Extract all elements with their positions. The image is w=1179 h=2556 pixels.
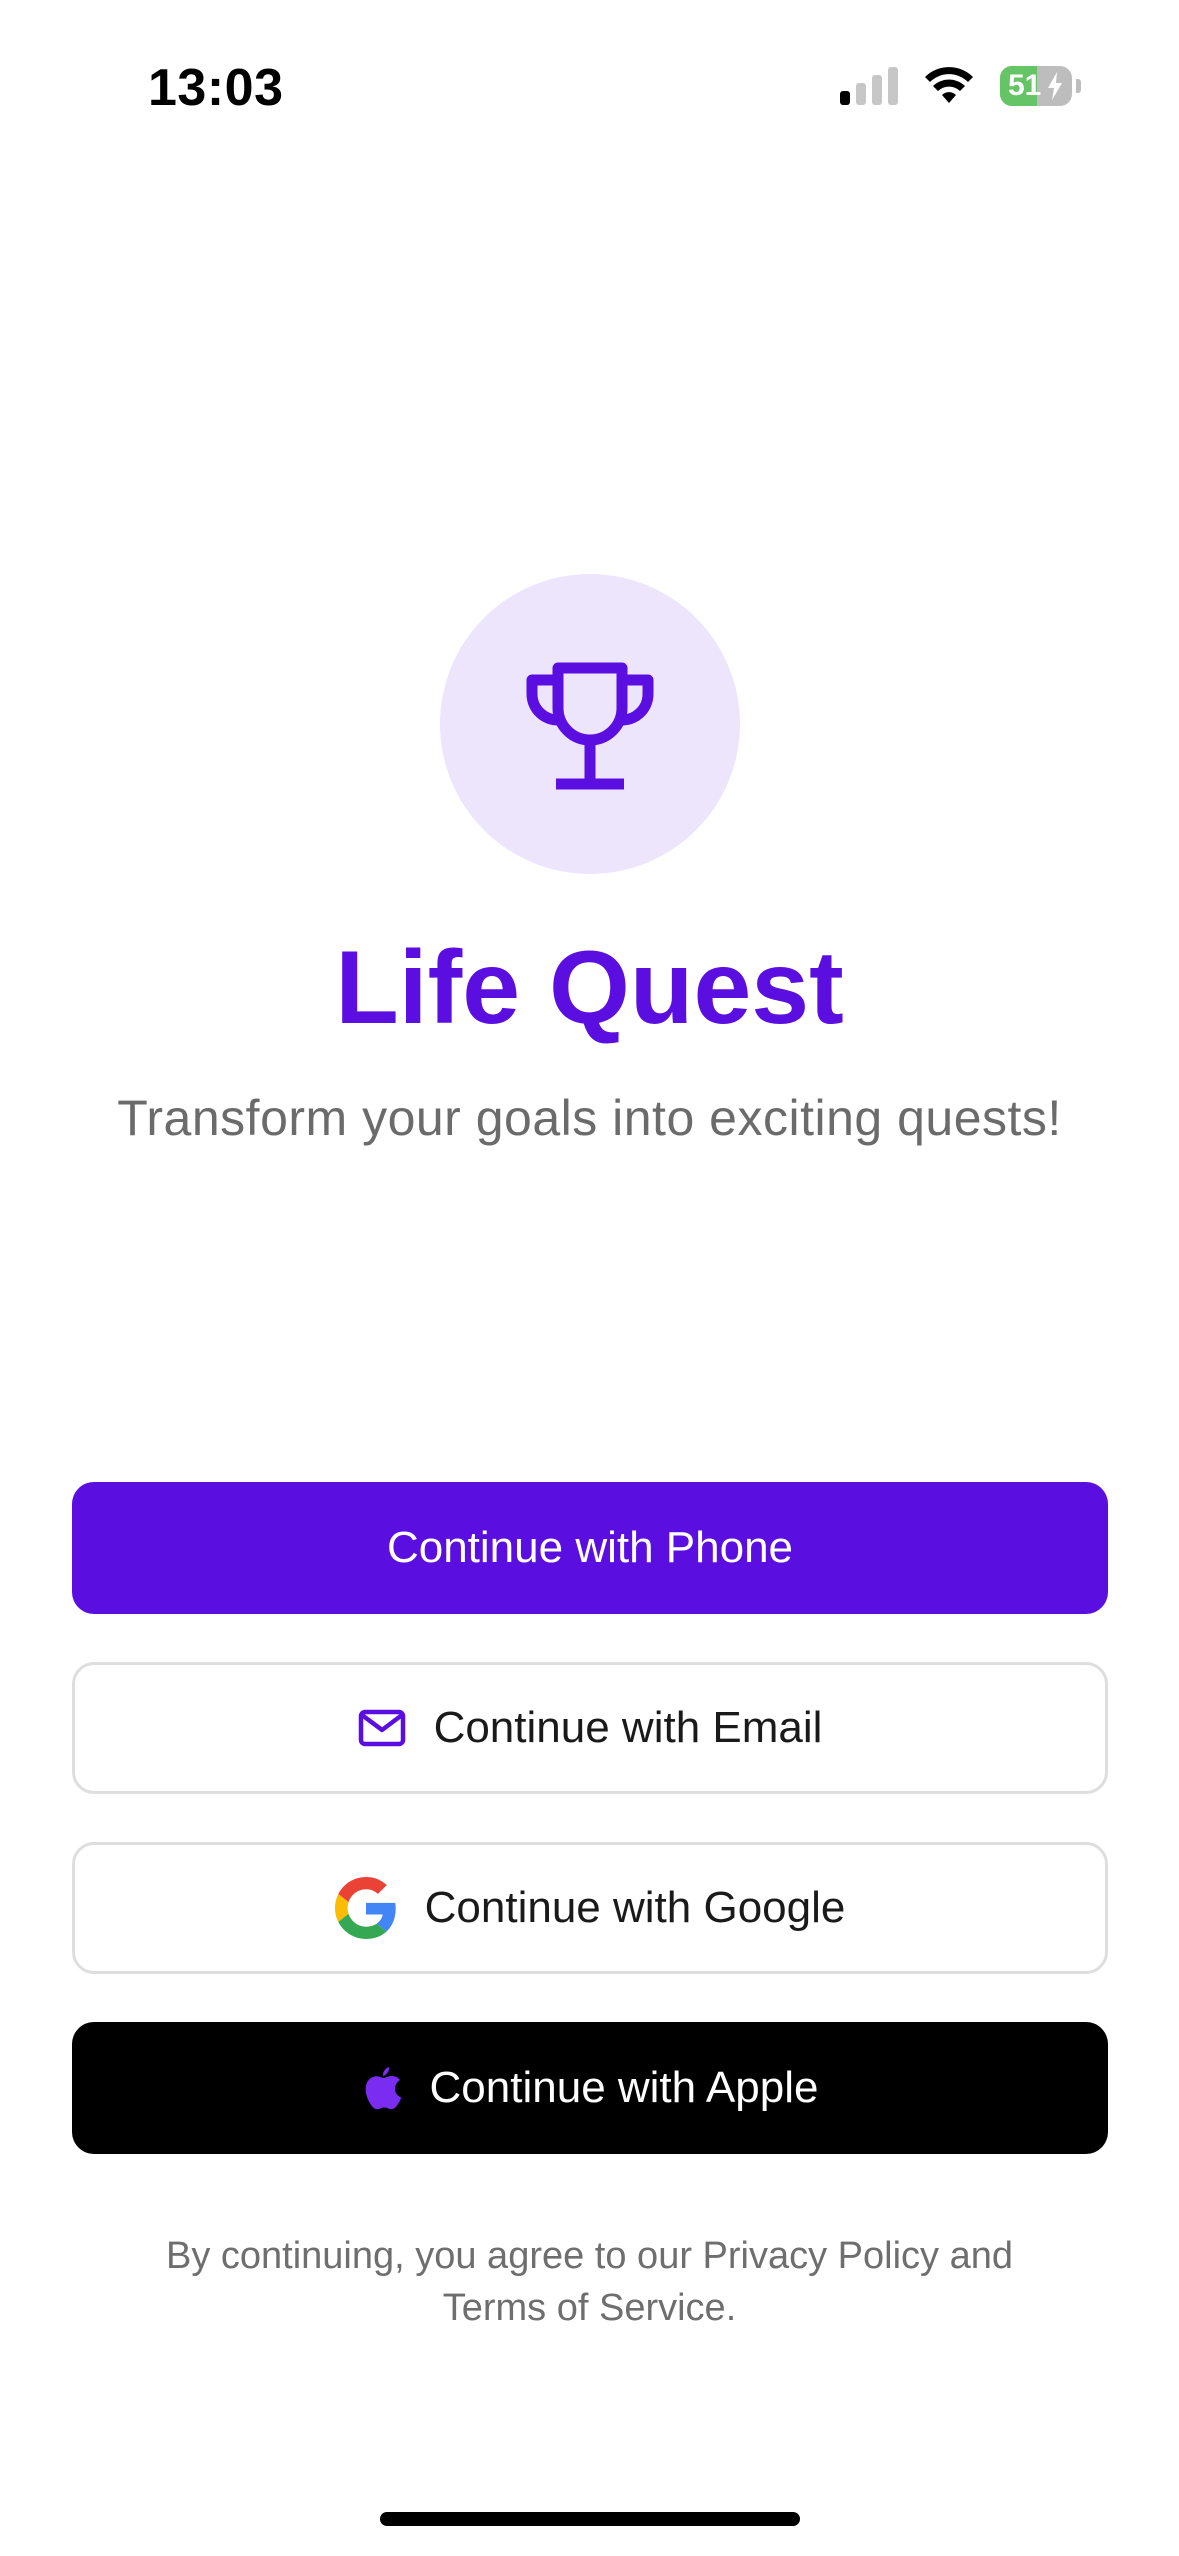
status-time: 13:03: [148, 59, 284, 117]
app-tagline: Transform your goals into exciting quest…: [117, 1090, 1062, 1146]
trophy-icon: [526, 662, 654, 790]
battery-percent: 51: [1008, 69, 1042, 102]
home-indicator[interactable]: [380, 2512, 800, 2526]
continue-with-google-button[interactable]: Continue with Google: [72, 1842, 1108, 1974]
mail-icon: [358, 1709, 406, 1747]
phone-button-label: Continue with Phone: [386, 1523, 794, 1572]
apple-button-label: Continue with Apple: [429, 2063, 819, 2112]
battery-nub: [1076, 79, 1081, 93]
apple-logo-icon: [362, 2065, 402, 2111]
legal-notice: By continuing, you agree to our Privacy …: [110, 2230, 1069, 2334]
privacy-policy-link[interactable]: Privacy Policy: [703, 2235, 940, 2277]
legal-connector: and: [939, 2235, 1014, 2277]
continue-with-phone-button[interactable]: Continue with Phone: [72, 1482, 1108, 1614]
continue-with-email-button[interactable]: Continue with Email: [72, 1662, 1108, 1794]
google-logo-icon: [334, 1877, 397, 1939]
bolt-icon: [1048, 72, 1062, 100]
app-title: Life Quest: [335, 930, 844, 1046]
cellular-signal-icon: [840, 67, 898, 105]
wifi-icon: [924, 67, 974, 105]
terms-of-service-link[interactable]: Terms of Service: [443, 2287, 726, 2329]
status-indicators: 51: [840, 64, 1081, 108]
legal-suffix: .: [725, 2287, 737, 2329]
app-logo: [440, 574, 740, 874]
legal-prefix: By continuing, you agree to our: [165, 2235, 703, 2277]
google-button-label: Continue with Google: [424, 1883, 846, 1932]
continue-with-apple-button[interactable]: Continue with Apple: [72, 2022, 1108, 2154]
battery-charging-icon: 51: [1000, 66, 1072, 106]
email-button-label: Continue with Email: [433, 1703, 823, 1752]
